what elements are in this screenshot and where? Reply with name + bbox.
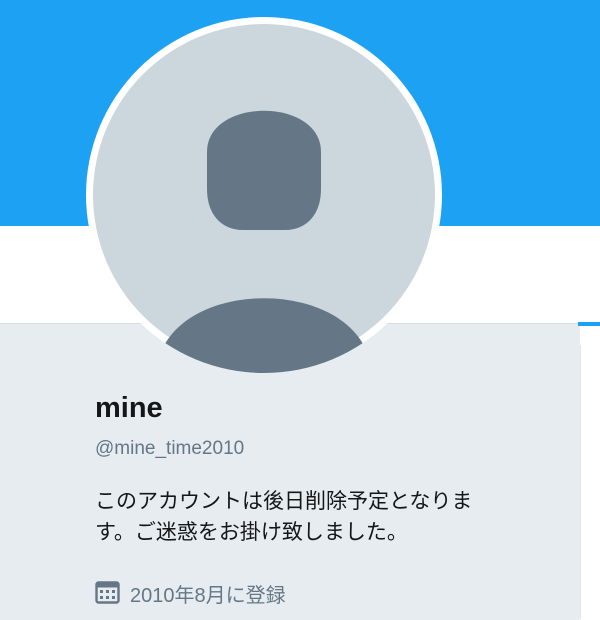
bio-line: このアカウントは後日削除予定となりま bbox=[95, 490, 473, 513]
calendar-icon bbox=[95, 581, 120, 604]
profile-display-name[interactable]: mine bbox=[95, 392, 163, 425]
profile-screen-name[interactable]: @mine_time2010 bbox=[95, 438, 244, 460]
avatar-head bbox=[207, 110, 321, 230]
tab-underline bbox=[578, 322, 600, 326]
profile-bio: このアカウントは後日削除予定となりま す。ご迷惑をお掛け致しました。 bbox=[95, 486, 535, 548]
default-avatar-icon bbox=[93, 24, 435, 373]
profile-join-date: 2010年8月に登録 bbox=[95, 578, 286, 608]
profile-avatar[interactable] bbox=[86, 17, 442, 373]
bio-line: す。ご迷惑をお掛け致しました。 bbox=[95, 521, 408, 544]
content-column-edge bbox=[580, 345, 600, 619]
join-date-text: 2010年8月に登録 bbox=[130, 584, 286, 607]
